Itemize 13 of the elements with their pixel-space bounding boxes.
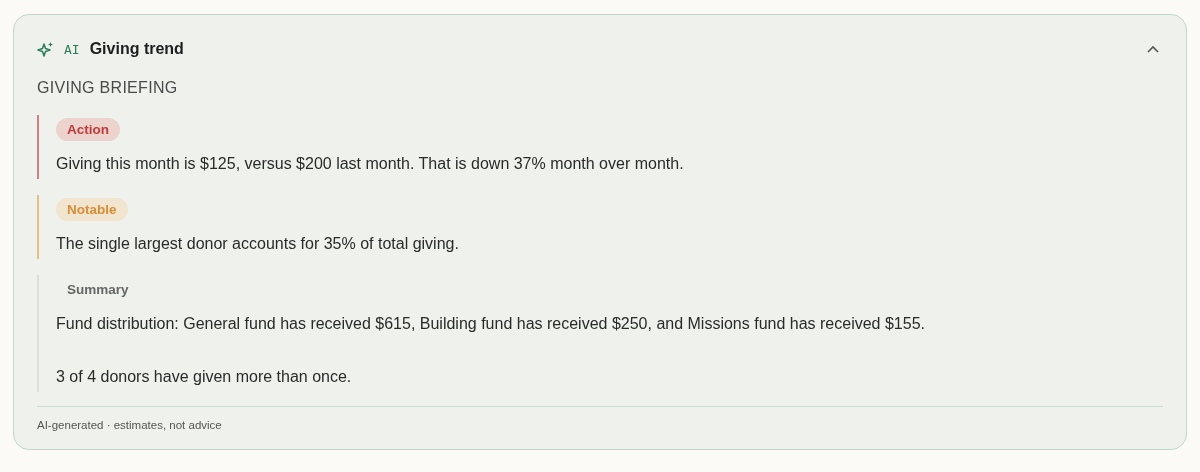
insight-text: 3 of 4 donors have given more than once. <box>56 367 353 387</box>
insight-text: Fund distribution: General fund has received $615, Building fund has received $250, and Missions fund has received $155. <box>56 314 926 334</box>
section-title: GIVING BRIEFING <box>37 79 179 97</box>
chevron-icon <box>1147 45 1159 53</box>
card-title: Giving trend <box>89 40 184 58</box>
insight-tag: Action <box>56 118 120 141</box>
ai-label: AI <box>64 41 80 57</box>
insight-text: Giving this month is $125, versus $200 last month. That is down 37% month over month. <box>56 154 685 174</box>
insight-tag: Notable <box>56 198 128 221</box>
insight-tag: Summary <box>56 278 140 301</box>
insight-text: The single largest donor accounts for 35% of total giving. <box>56 234 460 254</box>
sparkle-icon <box>37 40 54 58</box>
disclaimer: AI-generated · estimates, not advice <box>37 419 223 431</box>
